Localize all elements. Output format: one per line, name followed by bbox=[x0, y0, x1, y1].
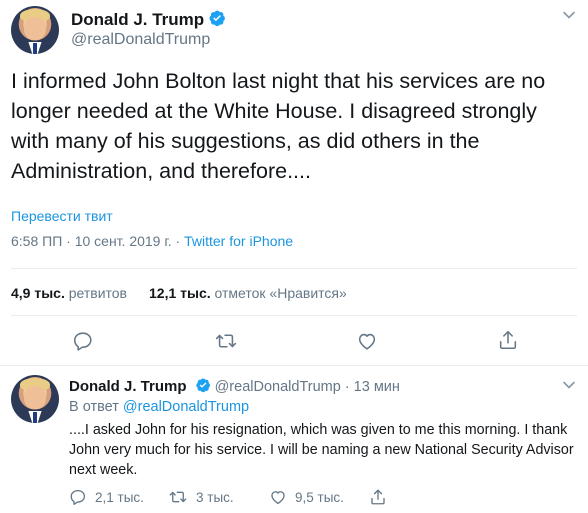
tweet-timestamp[interactable]: 6:58 ПП · 10 сент. 2019 г. bbox=[11, 233, 172, 249]
tweet-text: I informed John Bolton last night that h… bbox=[11, 69, 546, 183]
translate-tweet-link[interactable]: Перевести твит bbox=[11, 208, 113, 224]
meta-separator: · bbox=[171, 233, 185, 249]
like-icon[interactable] bbox=[356, 330, 378, 352]
retweets-stat[interactable]: 4,9 тыс. ретвитов bbox=[11, 285, 127, 301]
retweet-icon[interactable] bbox=[168, 488, 188, 506]
tweet-meta: 6:58 ПП · 10 сент. 2019 г. · Twitter for… bbox=[11, 233, 293, 249]
reply-tweet[interactable]: Donald J. Trump @realDonaldTrump · 13 ми… bbox=[0, 366, 588, 513]
main-tweet: Donald J. Trump @realDonaldTrump I infor… bbox=[0, 0, 588, 365]
reply-author-avatar[interactable] bbox=[11, 375, 59, 423]
tweet-source-link[interactable]: Twitter for iPhone bbox=[184, 233, 293, 249]
tweet-page: Donald J. Trump @realDonaldTrump I infor… bbox=[0, 0, 588, 513]
verified-badge-icon bbox=[195, 378, 210, 393]
author-avatar[interactable] bbox=[11, 6, 59, 54]
chevron-down-icon[interactable] bbox=[562, 378, 576, 392]
reply-retweets-count: 3 тыс. bbox=[196, 489, 234, 505]
reply-author-handle[interactable]: @realDonaldTrump bbox=[215, 379, 341, 395]
reply-likes-count: 9,5 тыс. bbox=[295, 489, 344, 505]
retweets-label: ретвитов bbox=[68, 285, 127, 301]
share-icon[interactable] bbox=[369, 488, 387, 506]
reply-icon[interactable] bbox=[69, 488, 87, 506]
reply-actions: 2,1 тыс. 3 тыс. 9,5 тыс. bbox=[69, 488, 569, 508]
reply-retweet-action[interactable]: 3 тыс. bbox=[168, 488, 234, 506]
reply-author-name[interactable]: Donald J. Trump bbox=[69, 378, 187, 395]
tweet-actions bbox=[0, 327, 588, 357]
stats-divider-bottom bbox=[11, 315, 577, 316]
retweet-icon[interactable] bbox=[215, 330, 237, 352]
likes-label: отметок «Нравится» bbox=[214, 285, 347, 301]
likes-stat[interactable]: 12,1 тыс. отметок «Нравится» bbox=[149, 285, 347, 301]
reply-header: Donald J. Trump @realDonaldTrump · 13 ми… bbox=[69, 377, 400, 395]
replying-to-mention[interactable]: @realDonaldTrump bbox=[123, 399, 249, 415]
reply-time-separator: · bbox=[340, 379, 354, 395]
replying-to-label: В ответ bbox=[69, 399, 119, 415]
reply-replies-count: 2,1 тыс. bbox=[95, 489, 144, 505]
reply-icon[interactable] bbox=[72, 330, 94, 352]
author-handle[interactable]: @realDonaldTrump bbox=[71, 31, 210, 49]
tweet-stats: 4,9 тыс. ретвитов 12,1 тыс. отметок «Нрав… bbox=[11, 285, 347, 301]
reply-tweet-text: ....I asked John for his resignation, wh… bbox=[69, 422, 574, 478]
author-name-text[interactable]: Donald J. Trump bbox=[71, 10, 204, 29]
reply-like-action[interactable]: 9,5 тыс. bbox=[269, 488, 344, 506]
retweets-count: 4,9 тыс. bbox=[11, 285, 65, 301]
stats-divider-top bbox=[11, 268, 577, 269]
verified-badge-icon bbox=[209, 10, 226, 27]
replying-to: В ответ @realDonaldTrump bbox=[69, 399, 249, 415]
chevron-down-icon[interactable] bbox=[562, 8, 576, 22]
likes-count: 12,1 тыс. bbox=[149, 285, 211, 301]
like-icon[interactable] bbox=[269, 488, 287, 506]
author-name[interactable]: Donald J. Trump bbox=[71, 9, 226, 30]
reply-time-ago[interactable]: 13 мин bbox=[354, 379, 400, 395]
share-icon[interactable] bbox=[497, 329, 519, 351]
reply-reply-action[interactable]: 2,1 тыс. bbox=[69, 488, 144, 506]
reply-share-action[interactable] bbox=[369, 488, 395, 506]
